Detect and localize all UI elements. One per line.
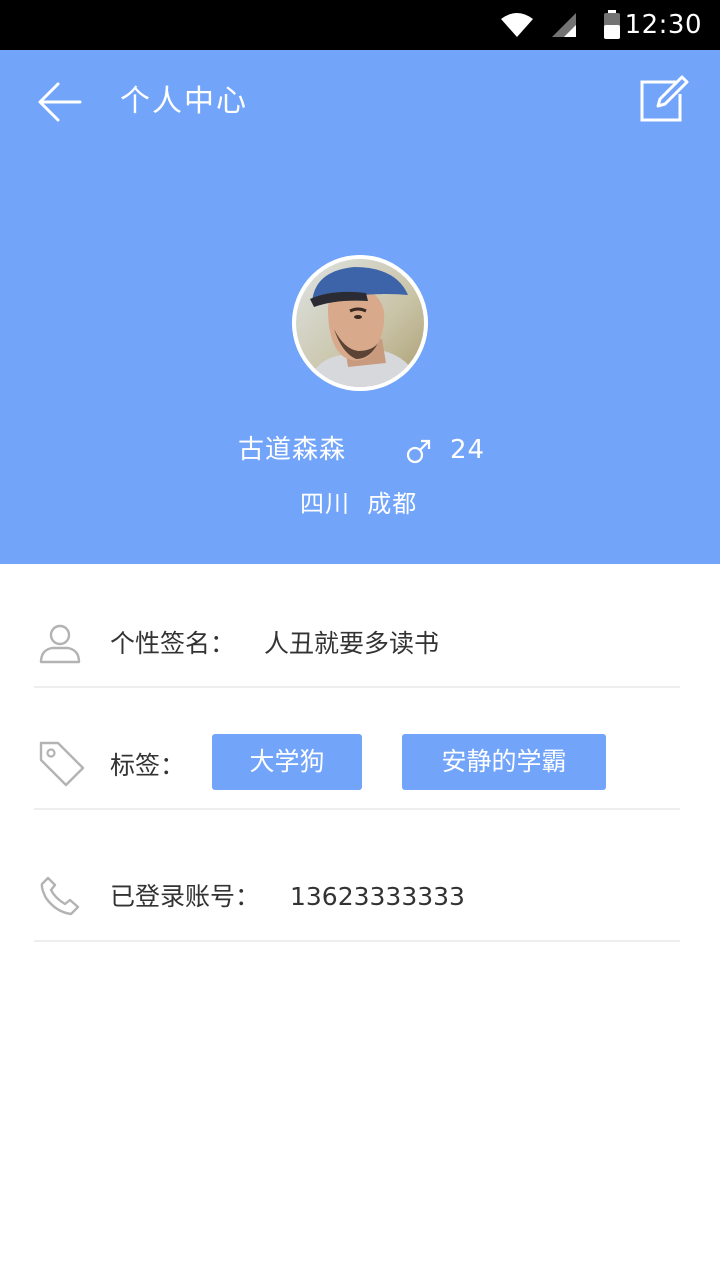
profile-header: 个人中心 古道森森 24 四川 成都: [0, 50, 720, 564]
page-title: 个人中心: [120, 84, 248, 119]
phone-icon: [40, 876, 80, 916]
signature-row: 个性签名： 人丑就要多读书: [34, 600, 680, 688]
status-bar: 12:30: [0, 0, 720, 50]
user-icon: [39, 624, 81, 664]
signature-label: 个性签名：: [110, 629, 236, 658]
arrow-left-icon: [38, 82, 82, 122]
avatar[interactable]: [292, 255, 428, 391]
account-value: 13623333333: [290, 882, 465, 911]
male-gender-icon: [406, 439, 431, 464]
edit-button[interactable]: [636, 72, 692, 128]
account-label: 已登录账号：: [110, 882, 261, 911]
edit-icon: [640, 75, 689, 122]
tags-row: 标签： 大学狗 安静的学霸: [34, 688, 680, 810]
back-button[interactable]: [34, 76, 86, 128]
user-name: 古道森森: [238, 435, 347, 465]
tag-chip[interactable]: 安静的学霸: [402, 734, 606, 790]
battery-icon: [604, 10, 620, 39]
wifi-icon: [501, 13, 533, 37]
tags-label: 标签：: [110, 751, 186, 780]
clock: 12:30: [624, 10, 702, 40]
tag-chip[interactable]: 大学狗: [212, 734, 362, 790]
signature-value: 人丑就要多读书: [264, 629, 440, 658]
user-location: 四川 成都: [300, 490, 418, 518]
avatar-photo: [292, 255, 428, 391]
signal-icon: [552, 13, 576, 37]
user-age: 24: [450, 435, 486, 465]
tag-icon: [39, 741, 85, 787]
account-row: 已登录账号： 13623333333: [34, 810, 680, 942]
user-info-line: 古道森森 24: [0, 430, 720, 470]
